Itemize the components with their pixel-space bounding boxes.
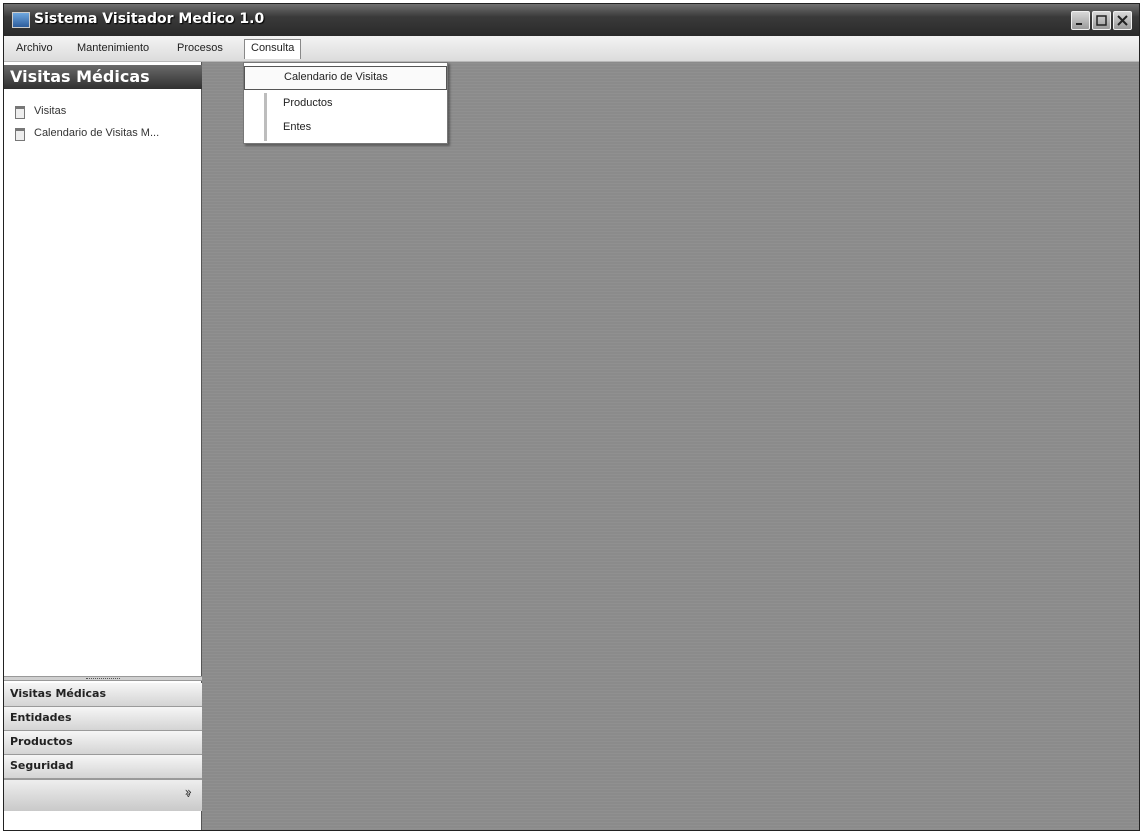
minimize-icon xyxy=(1076,23,1082,25)
maximize-button[interactable] xyxy=(1092,11,1111,30)
document-icon xyxy=(12,105,26,119)
sidebar: Visitas Médicas Visitas Calendario de Vi… xyxy=(4,62,202,830)
nav-item-visitas[interactable]: Visitas xyxy=(4,100,202,122)
menu-mantenimiento[interactable]: Mantenimiento xyxy=(73,41,153,55)
section-productos[interactable]: Productos xyxy=(4,731,202,755)
section-entidades[interactable]: Entidades xyxy=(4,707,202,731)
menu-procesos[interactable]: Procesos xyxy=(173,41,227,55)
sidebar-header: Visitas Médicas xyxy=(4,65,202,89)
chevron-expand-icon[interactable]: » ˅ xyxy=(185,786,192,806)
document-icon xyxy=(12,127,26,141)
menu-item-calendario-de-visitas[interactable]: Calendario de Visitas xyxy=(244,66,447,90)
menu-item-entes[interactable]: Entes xyxy=(244,117,447,141)
menu-archivo[interactable]: Archivo xyxy=(12,41,57,55)
title-bar[interactable]: Sistema Visitador Medico 1.0 xyxy=(4,4,1139,36)
close-button[interactable] xyxy=(1113,11,1132,30)
app-window: Sistema Visitador Medico 1.0 Archivo Man… xyxy=(3,3,1140,831)
nav-item-label: Calendario de Visitas M... xyxy=(34,127,160,139)
menu-bar: Archivo Mantenimiento Procesos Consulta xyxy=(4,36,1139,62)
minimize-button[interactable] xyxy=(1071,11,1090,30)
app-icon xyxy=(12,12,30,28)
sidebar-footer: » ˅ xyxy=(4,779,202,811)
panel-splitter[interactable] xyxy=(4,676,202,681)
section-visitas-medicas[interactable]: Visitas Médicas xyxy=(4,683,202,707)
window-title: Sistema Visitador Medico 1.0 xyxy=(34,11,265,27)
nav-item-label: Visitas xyxy=(34,105,67,117)
menu-consulta[interactable]: Consulta xyxy=(244,39,302,59)
nav-item-calendario[interactable]: Calendario de Visitas M... xyxy=(4,122,202,144)
section-seguridad[interactable]: Seguridad xyxy=(4,755,202,779)
menu-item-productos[interactable]: Productos xyxy=(244,93,447,117)
workspace-area xyxy=(202,62,1139,830)
close-icon xyxy=(1117,15,1128,26)
consulta-dropdown-menu: Calendario de Visitas Productos Entes xyxy=(243,62,448,144)
maximize-icon xyxy=(1096,15,1107,26)
nav-list: Visitas Calendario de Visitas M... xyxy=(4,100,202,144)
